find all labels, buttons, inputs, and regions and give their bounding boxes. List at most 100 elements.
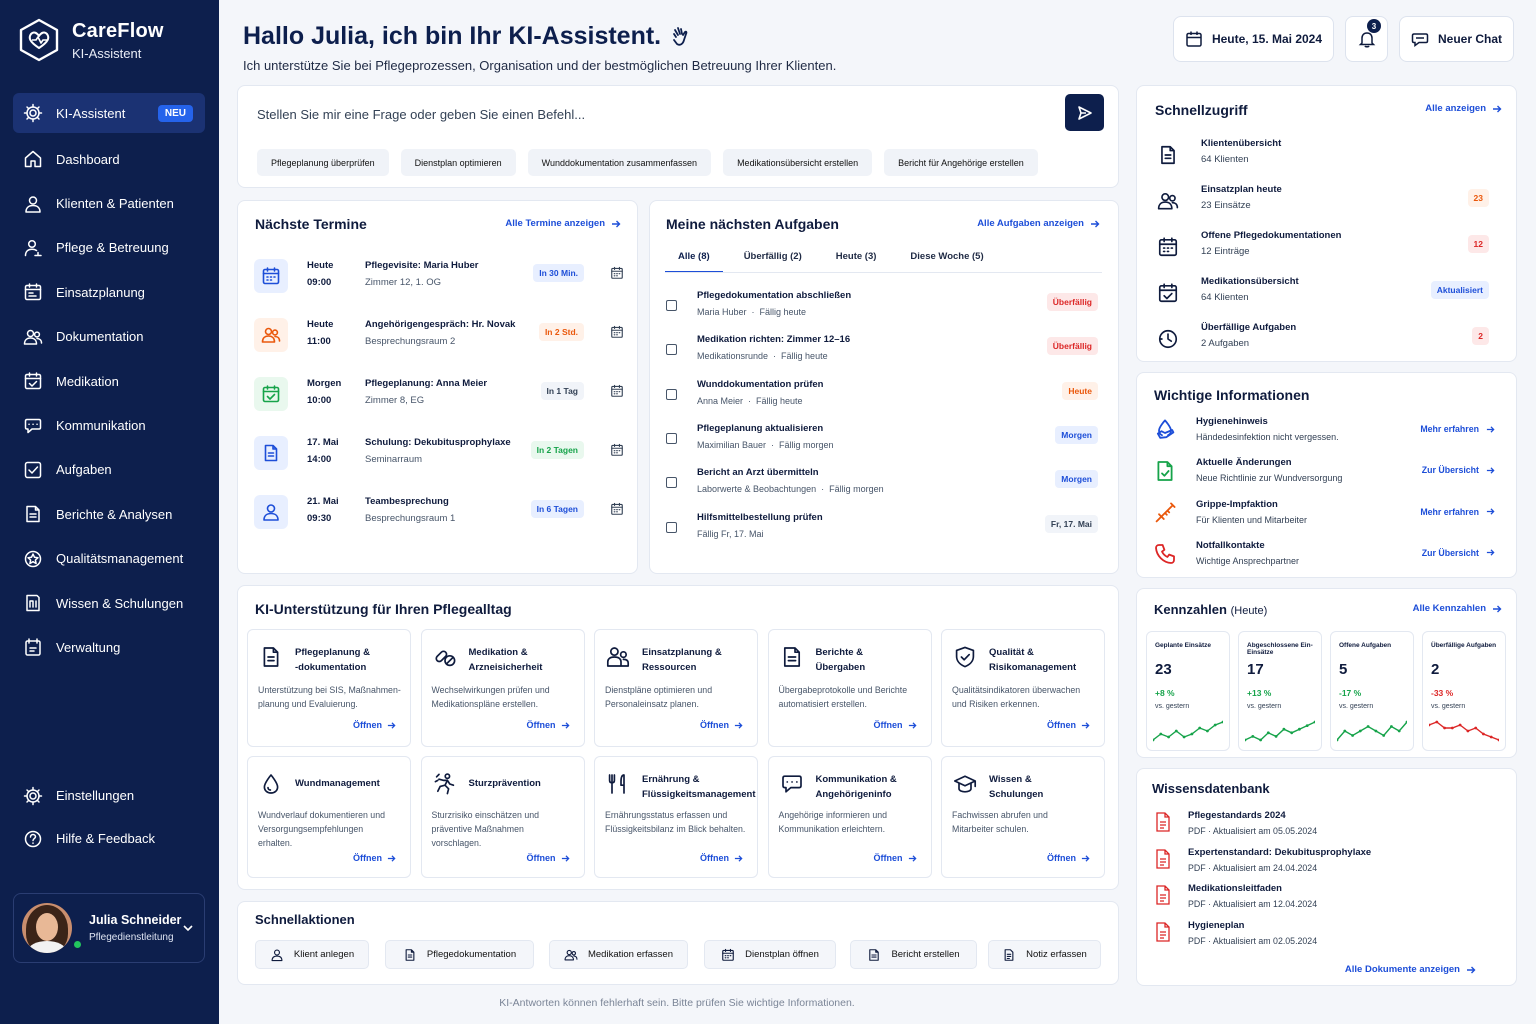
notifications-button[interactable]: 3 — [1345, 16, 1388, 62]
ki-card-open-link[interactable]: Öffnen — [874, 853, 917, 863]
ki-card-open-link[interactable]: Öffnen — [1047, 720, 1090, 730]
sidebar-item-berichte-analysen[interactable]: Berichte & Analysen — [13, 492, 205, 536]
task-checkbox[interactable] — [666, 300, 677, 311]
chat-input[interactable]: Stellen Sie mir eine Frage oder geben Si… — [257, 107, 585, 122]
document-item[interactable]: Hygieneplan PDF · Aktualisiert am 02.05.2… — [1151, 920, 1511, 954]
ki-card[interactable]: Wissen & Schulungen Fachwissen abrufen und… — [941, 756, 1105, 878]
termin-item[interactable]: Heute 09:00 Pflegevisite: Maria Huber Zimme… — [254, 251, 624, 301]
calendar-icon[interactable] — [610, 443, 624, 457]
sidebar-item-qualitätsmanagement[interactable]: Qualitätsmanagement — [13, 537, 205, 581]
tab-alle[interactable]: Alle (8) — [665, 245, 723, 273]
sidebar-item-medikation[interactable]: Medikation — [13, 359, 205, 403]
chevron-down-icon[interactable] — [182, 922, 194, 934]
sidebar-item-kommunikation[interactable]: Kommunikation — [13, 403, 205, 447]
suggestion-chip[interactable]: Wunddokumentation zusammenfassen — [527, 149, 712, 176]
sidebar-item-einsatzplanung[interactable]: Einsatzplanung — [13, 270, 205, 314]
quick-action-button[interactable]: Bericht erstellen — [850, 940, 977, 969]
info-link[interactable]: Mehr erfahren — [1420, 424, 1495, 434]
quick-action-button[interactable]: Notiz erfassen — [988, 940, 1101, 969]
sidebar-item-ki-assistent[interactable]: KI-Assistent NEU — [13, 93, 205, 133]
ki-card[interactable]: Ernährung & Flüssigkeitsmanagement Ernähru… — [594, 756, 758, 878]
ki-card[interactable]: Qualität & Risikomanagement Qualitätsindik… — [941, 629, 1105, 747]
document-item[interactable]: Expertenstandard: Dekubitusprophylaxe PDF… — [1151, 847, 1511, 881]
termin-item[interactable]: 17. Mai 14:00 Schulung: Dekubitusprophylax… — [254, 428, 624, 478]
info-link[interactable]: Zur Übersicht — [1422, 465, 1495, 475]
quick-access-item[interactable]: Überfällige Aufgaben 2 Aufgaben 2 — [1153, 322, 1499, 368]
task-title[interactable]: Pflegedokumentation abschließen — [697, 290, 851, 301]
new-chat-button[interactable]: Neuer Chat — [1399, 16, 1514, 62]
ki-card[interactable]: Pflegeplanung & -dokumentation Unterstützu… — [247, 629, 411, 747]
user-profile-card[interactable]: Julia Schneider Pflegedienstleitung — [13, 893, 205, 963]
ki-card[interactable]: Sturzprävention Sturzrisiko einschätzen u… — [420, 756, 585, 878]
document-item[interactable]: Pflegestandards 2024 PDF · Aktualisiert a… — [1151, 810, 1511, 844]
ki-card-open-link[interactable]: Öffnen — [700, 720, 743, 730]
termin-item[interactable]: Heute 11:00 Angehörigengespräch: Hr. Novak… — [254, 310, 624, 360]
ki-card[interactable]: Wundmanagement Wundverlauf dokumentieren … — [247, 756, 411, 878]
suggestion-chip[interactable]: Bericht für Angehörige erstellen — [884, 149, 1038, 176]
document-item[interactable]: Medikationsleitfaden PDF · Aktualisiert a… — [1151, 883, 1511, 917]
sidebar-item-hilfe-feedback[interactable]: Hilfe & Feedback — [13, 817, 205, 860]
ki-card-open-link[interactable]: Öffnen — [353, 720, 396, 730]
calendar-icon[interactable] — [610, 384, 624, 398]
sidebar-item-wissen-schulungen[interactable]: Wissen & Schulungen — [13, 581, 205, 625]
tab-heute[interactable]: Heute (3) — [823, 245, 890, 273]
task-checkbox[interactable] — [666, 521, 677, 533]
ki-card-open-link[interactable]: Öffnen — [527, 720, 570, 730]
ki-card-open-link[interactable]: Öffnen — [1047, 853, 1090, 863]
task-title[interactable]: Pflegeplanung aktualisieren — [697, 423, 823, 434]
quick-access-item[interactable]: Klientenübersicht 64 Klienten — [1153, 138, 1499, 184]
kpi-tile[interactable]: Abgeschlossene Ein-Einsätze 17 +13 % vs. ge… — [1238, 631, 1322, 751]
tab-diese[interactable]: Diese Woche (5) — [897, 245, 996, 273]
ki-card-open-link[interactable]: Öffnen — [353, 853, 396, 863]
sidebar-item-dokumentation[interactable]: Dokumentation — [13, 315, 205, 359]
kpi-tile[interactable]: Geplante Einsätze 23 +8 % vs. gestern — [1146, 631, 1230, 751]
suggestion-chip[interactable]: Medikationsübersicht erstellen — [723, 149, 873, 176]
task-title[interactable]: Bericht an Arzt übermitteln — [697, 467, 819, 478]
termin-item[interactable]: 21. Mai 09:30 Teambesprechung Besprechungsr… — [254, 487, 624, 537]
info-link[interactable]: Mehr erfahren — [1420, 507, 1495, 517]
suggestion-chip[interactable]: Dienstplan optimieren — [400, 149, 516, 176]
app-logo[interactable]: CareFlow KI-Assistent — [18, 18, 164, 62]
kennzahlen-all-link[interactable]: Alle Kennzahlen — [1413, 603, 1502, 614]
quick-access-item[interactable]: Medikationsübersicht 64 Klienten Aktualisi… — [1153, 276, 1499, 322]
quick-access-item[interactable]: Offene Pflegedokumentationen 12 Einträge 1… — [1153, 230, 1499, 276]
ki-card[interactable]: Kommunikation & Angehörigeninfo Angehörige… — [767, 756, 932, 878]
task-title[interactable]: Medikation richten: Zimmer 12–16 — [697, 334, 850, 345]
quick-action-button[interactable]: Klient anlegen — [255, 940, 369, 969]
quick-action-button[interactable]: Pflegedokumentation — [385, 940, 534, 969]
ki-card-open-link[interactable]: Öffnen — [527, 853, 570, 863]
date-button[interactable]: Heute, 15. Mai 2024 — [1173, 16, 1334, 62]
sidebar-item-dashboard[interactable]: Dashboard — [13, 137, 205, 181]
task-title[interactable]: Wunddokumentation prüfen — [697, 379, 823, 390]
task-checkbox[interactable] — [666, 388, 677, 400]
ki-card-open-link[interactable]: Öffnen — [700, 853, 743, 863]
calendar-icon[interactable] — [610, 502, 624, 516]
calendar-icon[interactable] — [610, 325, 624, 339]
tab-überfällig[interactable]: Überfällig (2) — [731, 245, 815, 273]
ki-card[interactable]: Medikation & Arzneisicherheit Wechselwirku… — [420, 629, 585, 747]
quick-access-all-link[interactable]: Alle anzeigen — [1425, 103, 1502, 114]
task-checkbox[interactable] — [666, 344, 677, 356]
sidebar-item-aufgaben[interactable]: Aufgaben — [13, 448, 205, 492]
termine-all-link[interactable]: Alle Termine anzeigen — [505, 218, 621, 229]
ki-card-open-link[interactable]: Öffnen — [874, 720, 917, 730]
aufgaben-all-link[interactable]: Alle Aufgaben anzeigen — [977, 218, 1100, 229]
task-title[interactable]: Hilfsmittelbestellung prüfen — [697, 512, 823, 523]
ki-card[interactable]: Einsatzplanung & Ressourcen Dienstpläne op… — [594, 629, 758, 747]
calendar-icon[interactable] — [610, 266, 624, 280]
task-checkbox[interactable] — [666, 477, 677, 489]
sidebar-item-klienten-patienten[interactable]: Klienten & Patienten — [13, 181, 205, 225]
sidebar-item-einstellungen[interactable]: Einstellungen — [13, 774, 205, 817]
quick-action-button[interactable]: Dienstplan öffnen — [704, 940, 836, 969]
kpi-tile[interactable]: Offene Aufgaben 5 -17 % vs. gestern — [1330, 631, 1414, 751]
kpi-tile[interactable]: Überfällige Aufgaben 2 -33 % vs. gestern — [1422, 631, 1506, 751]
suggestion-chip[interactable]: Pflegeplanung überprüfen — [257, 149, 389, 176]
send-button[interactable] — [1065, 94, 1104, 131]
sidebar-item-verwaltung[interactable]: Verwaltung — [13, 625, 205, 669]
termin-item[interactable]: Morgen 10:00 Pflegeplanung: Anna Meier Zimm… — [254, 369, 624, 419]
quick-access-item[interactable]: Einsatzplan heute 23 Einsätze 23 — [1153, 184, 1499, 230]
sidebar-item-pflege-betreuung[interactable]: Pflege & Betreuung — [13, 226, 205, 270]
ki-card[interactable]: Berichte & Übergaben Übergabeprotokolle un… — [767, 629, 932, 747]
task-checkbox[interactable] — [666, 432, 677, 444]
info-link[interactable]: Zur Übersicht — [1422, 548, 1495, 558]
